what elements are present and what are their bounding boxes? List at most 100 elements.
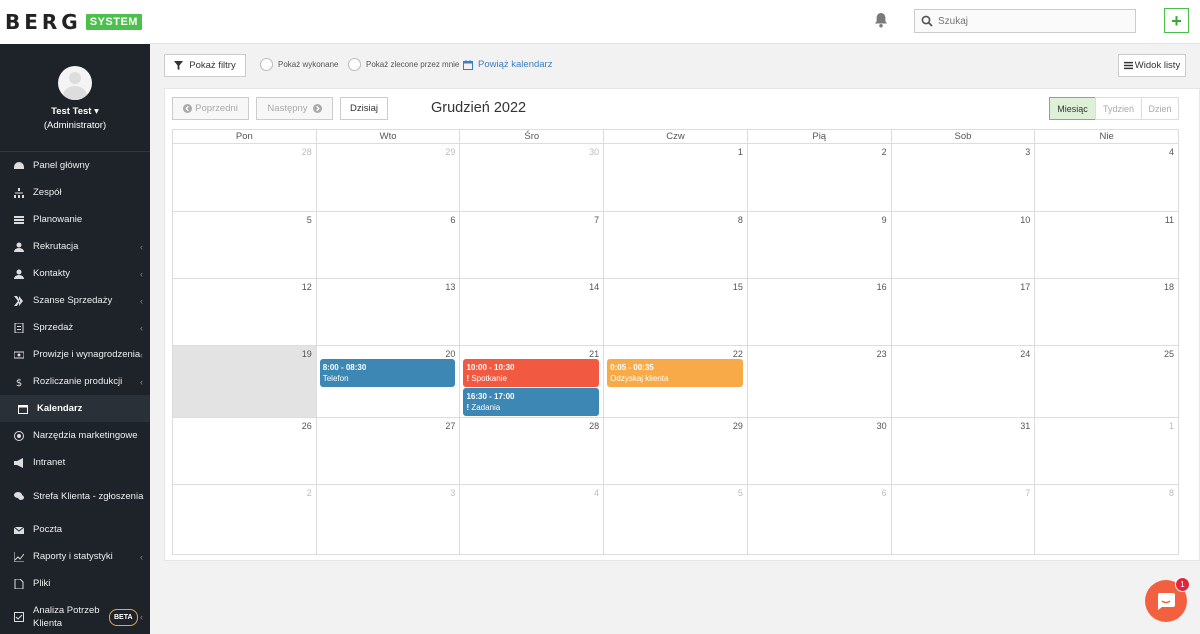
- day-cell[interactable]: 12: [173, 279, 316, 345]
- day-number: 5: [737, 488, 743, 498]
- day-number: 24: [1020, 349, 1031, 359]
- sidebar-item-strefa-klienta---zgoszenia[interactable]: Strefa Klienta - zgłoszenia: [0, 476, 150, 516]
- sidebar-item-raporty-i-statystyki[interactable]: Raporty i statystyki ‹: [0, 543, 150, 570]
- sidebar-item-rozliczanie-produkcji[interactable]: $ Rozliczanie produkcji ‹: [0, 368, 150, 395]
- day-cell[interactable]: 1: [1034, 418, 1178, 484]
- sidebar-item-zespo[interactable]: Zespół: [0, 179, 150, 206]
- day-cell[interactable]: 9: [746, 212, 891, 278]
- day-cell[interactable]: 31: [890, 418, 1035, 484]
- calendar-event[interactable]: 10:00 - 10:30! Spotkanie: [463, 359, 600, 387]
- day-cell[interactable]: 26: [173, 418, 316, 484]
- sidebar-item-panel-gowny[interactable]: Panel główny: [0, 152, 150, 179]
- brand-logo[interactable]: BERG SYSTEM: [0, 0, 150, 44]
- calendar-event[interactable]: 16:30 - 17:00! Zadania: [463, 388, 600, 416]
- day-cell[interactable]: 3: [315, 485, 460, 554]
- calendar-event[interactable]: 0:05 - 00:35 Odzyskaj klienta: [607, 359, 743, 387]
- day-cell[interactable]: 11: [1034, 212, 1178, 278]
- sidebar-item-poczta[interactable]: Poczta: [0, 516, 150, 543]
- day-cell[interactable]: 24: [890, 346, 1035, 417]
- calendar-event[interactable]: 8:00 - 08:30 Telefon: [319, 359, 456, 387]
- day-cell[interactable]: 16: [746, 279, 891, 345]
- day-cell[interactable]: 5: [173, 212, 316, 278]
- search-input[interactable]: [938, 15, 1128, 27]
- show-ordered-radio[interactable]: [348, 58, 361, 71]
- day-cell[interactable]: 8: [603, 212, 747, 278]
- day-cell[interactable]: 29: [603, 418, 747, 484]
- bell-icon[interactable]: [874, 12, 888, 28]
- chevron-left-icon: ‹: [140, 322, 143, 333]
- month-view-button[interactable]: Miesiąc: [1049, 97, 1096, 120]
- day-cell[interactable]: 28: [173, 144, 316, 211]
- sidebar-item-kontakty[interactable]: Kontakty ‹: [0, 260, 150, 287]
- day-cell[interactable]: 6: [746, 485, 891, 554]
- sidebar-item-szanse-sprzedazy[interactable]: Szanse Sprzedaży ‹: [0, 287, 150, 314]
- day-cell[interactable]: 7: [890, 485, 1035, 554]
- show-done-toggle[interactable]: Pokaż wykonane: [260, 58, 338, 71]
- day-cell[interactable]: 8: [1034, 485, 1178, 554]
- prev-button[interactable]: Poprzedni: [172, 97, 249, 120]
- sidebar-item-sprzedaz[interactable]: Sprzedaż ‹: [0, 314, 150, 341]
- chat-launcher-button[interactable]: 1: [1145, 577, 1190, 622]
- sidebar-item-intranet[interactable]: Intranet: [0, 449, 150, 476]
- day-cell[interactable]: 7: [459, 212, 603, 278]
- sidebar-item-prowizje-i-wynagrodzenia[interactable]: Prowizje i wynagrodzenia ‹: [0, 341, 150, 368]
- day-cell[interactable]: 29: [315, 144, 460, 211]
- day-cell[interactable]: 4: [1034, 144, 1178, 211]
- show-ordered-toggle[interactable]: Pokaż zlecone przez mnie: [348, 58, 459, 71]
- sidebar-item-kalendarz[interactable]: Kalendarz: [0, 395, 150, 422]
- user-name-dropdown[interactable]: Test Test ▾: [0, 106, 150, 117]
- next-button[interactable]: Następny: [256, 97, 333, 120]
- day-cell[interactable]: 3: [890, 144, 1035, 211]
- day-cell[interactable]: 10: [890, 212, 1035, 278]
- search-box[interactable]: [914, 9, 1136, 33]
- day-cell[interactable]: 22 0:05 - 00:35 Odzyskaj klienta: [603, 346, 747, 417]
- show-filters-button[interactable]: Pokaż filtry: [164, 54, 246, 77]
- day-number: 10: [1020, 215, 1031, 225]
- weekday-label: Wto: [315, 130, 460, 143]
- calendar-title: Grudzień 2022: [431, 100, 527, 116]
- day-cell[interactable]: 14: [459, 279, 603, 345]
- today-button[interactable]: Dzisiaj: [340, 97, 388, 120]
- link-calendar-label: Powiąż kalendarz: [478, 59, 553, 70]
- day-cell[interactable]: 5: [603, 485, 747, 554]
- day-cell[interactable]: 13: [315, 279, 460, 345]
- day-cell[interactable]: 28: [459, 418, 603, 484]
- day-cell[interactable]: 2: [173, 485, 316, 554]
- day-cell[interactable]: 2: [746, 144, 891, 211]
- chevron-left-icon: ‹: [140, 241, 143, 252]
- sidebar-item-label: Sprzedaż: [33, 322, 74, 333]
- sidebar-item-rekrutacja[interactable]: Rekrutacja ‹: [0, 233, 150, 260]
- day-cell[interactable]: 23: [746, 346, 891, 417]
- day-cell[interactable]: 6: [315, 212, 460, 278]
- day-cell[interactable]: 18: [1034, 279, 1178, 345]
- day-cell[interactable]: 25: [1034, 346, 1178, 417]
- day-cell[interactable]: 30: [459, 144, 603, 211]
- avatar[interactable]: [58, 66, 92, 100]
- day-cell[interactable]: 20 8:00 - 08:30 Telefon: [315, 346, 460, 417]
- add-new-button[interactable]: +: [1164, 8, 1189, 33]
- sidebar-item-analiza-potrzeb-klienta[interactable]: Analiza Potrzeb Klienta BETA ‹: [0, 597, 150, 634]
- day-cell[interactable]: 27: [315, 418, 460, 484]
- week-view-button[interactable]: Tydzień: [1095, 97, 1142, 120]
- day-view-button[interactable]: Dzień: [1141, 97, 1179, 120]
- event-title: Telefon: [322, 374, 349, 383]
- day-cell[interactable]: 17: [890, 279, 1035, 345]
- sidebar-item-pliki[interactable]: Pliki: [0, 570, 150, 597]
- link-calendar-link[interactable]: Powiąż kalendarz: [463, 59, 552, 70]
- day-cell-today[interactable]: 19: [173, 346, 316, 417]
- chevron-left-icon: ‹: [140, 551, 143, 562]
- top-bar: +: [150, 0, 1200, 44]
- show-done-radio[interactable]: [260, 58, 273, 71]
- day-cell[interactable]: 21 10:00 - 10:30! Spotkanie 16:30 - 17:00!…: [459, 346, 603, 417]
- day-cell[interactable]: 4: [459, 485, 603, 554]
- sidebar-item-planowanie[interactable]: Planowanie: [0, 206, 150, 233]
- day-cell[interactable]: 1: [603, 144, 747, 211]
- list-view-button[interactable]: Widok listy: [1118, 54, 1186, 77]
- day-number: 11: [1164, 215, 1175, 225]
- sidebar-item-label: Analiza Potrzeb Klienta: [33, 605, 100, 629]
- prev-label: Poprzedni: [195, 103, 238, 114]
- sidebar-item-label: Kalendarz: [37, 403, 83, 414]
- sidebar-item-narzedzia-marketingowe[interactable]: Narzędzia marketingowe: [0, 422, 150, 449]
- day-cell[interactable]: 15: [603, 279, 747, 345]
- day-cell[interactable]: 30: [746, 418, 891, 484]
